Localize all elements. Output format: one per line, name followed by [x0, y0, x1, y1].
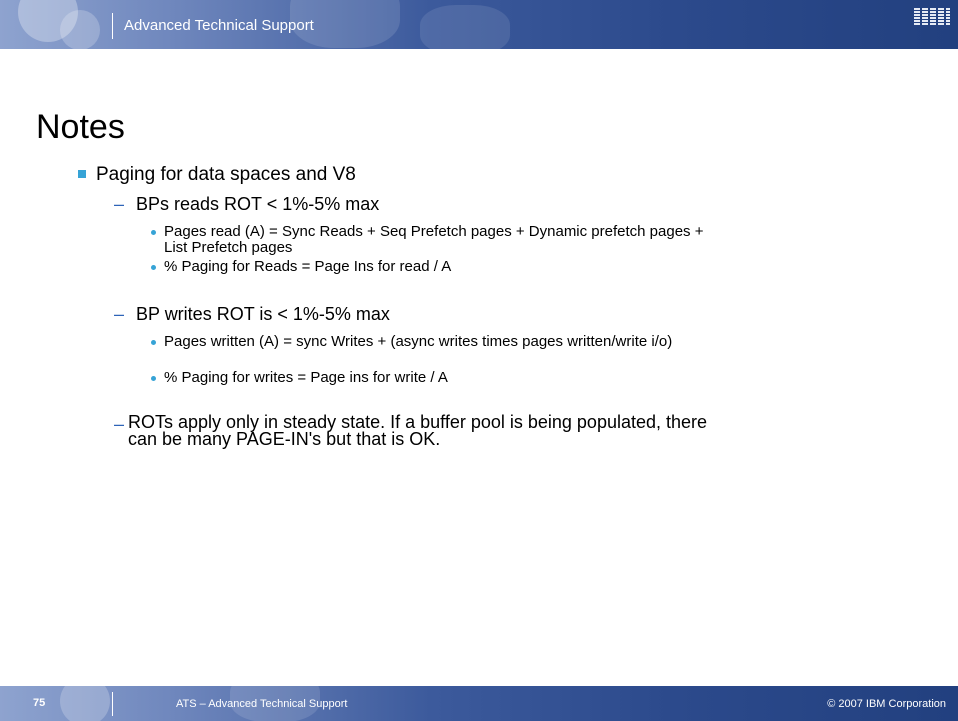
writes-heading: BP writes ROT is < 1%-5% max	[136, 304, 390, 324]
footer-decoration	[60, 686, 110, 721]
dash-bullet-icon: –	[114, 194, 125, 214]
slide-title: Notes	[36, 108, 125, 146]
copyright: © 2007 IBM Corporation	[827, 698, 946, 710]
slide-content: Notes Paging for data spaces and V8 – BP…	[0, 0, 958, 686]
dot-bullet-icon	[151, 265, 156, 270]
steady-state-note: ROTs apply only in steady state. If a bu…	[128, 412, 708, 449]
page-number: 75	[33, 697, 46, 709]
footer-band: 75 ATS – Advanced Technical Support © 20…	[0, 686, 958, 721]
dash-bullet-icon: –	[114, 414, 125, 434]
bullet-paging: Paging for data spaces and V8	[96, 164, 356, 185]
dash-bullet-icon: –	[114, 304, 125, 324]
writes-item-1: Pages written (A) = sync Writes + (async…	[164, 333, 673, 350]
square-bullet-icon	[78, 170, 86, 178]
dot-bullet-icon	[151, 376, 156, 381]
dot-bullet-icon	[151, 340, 156, 345]
footer-divider	[112, 692, 113, 716]
footer-text: ATS – Advanced Technical Support	[176, 698, 348, 710]
reads-item-1: Pages read (A) = Sync Reads + Seq Prefet…	[164, 223, 704, 256]
writes-item-2: % Paging for writes = Page ins for write…	[164, 369, 448, 386]
reads-heading: BPs reads ROT < 1%-5% max	[136, 194, 380, 214]
dot-bullet-icon	[151, 230, 156, 235]
reads-item-2: % Paging for Reads = Page Ins for read /…	[164, 258, 452, 275]
